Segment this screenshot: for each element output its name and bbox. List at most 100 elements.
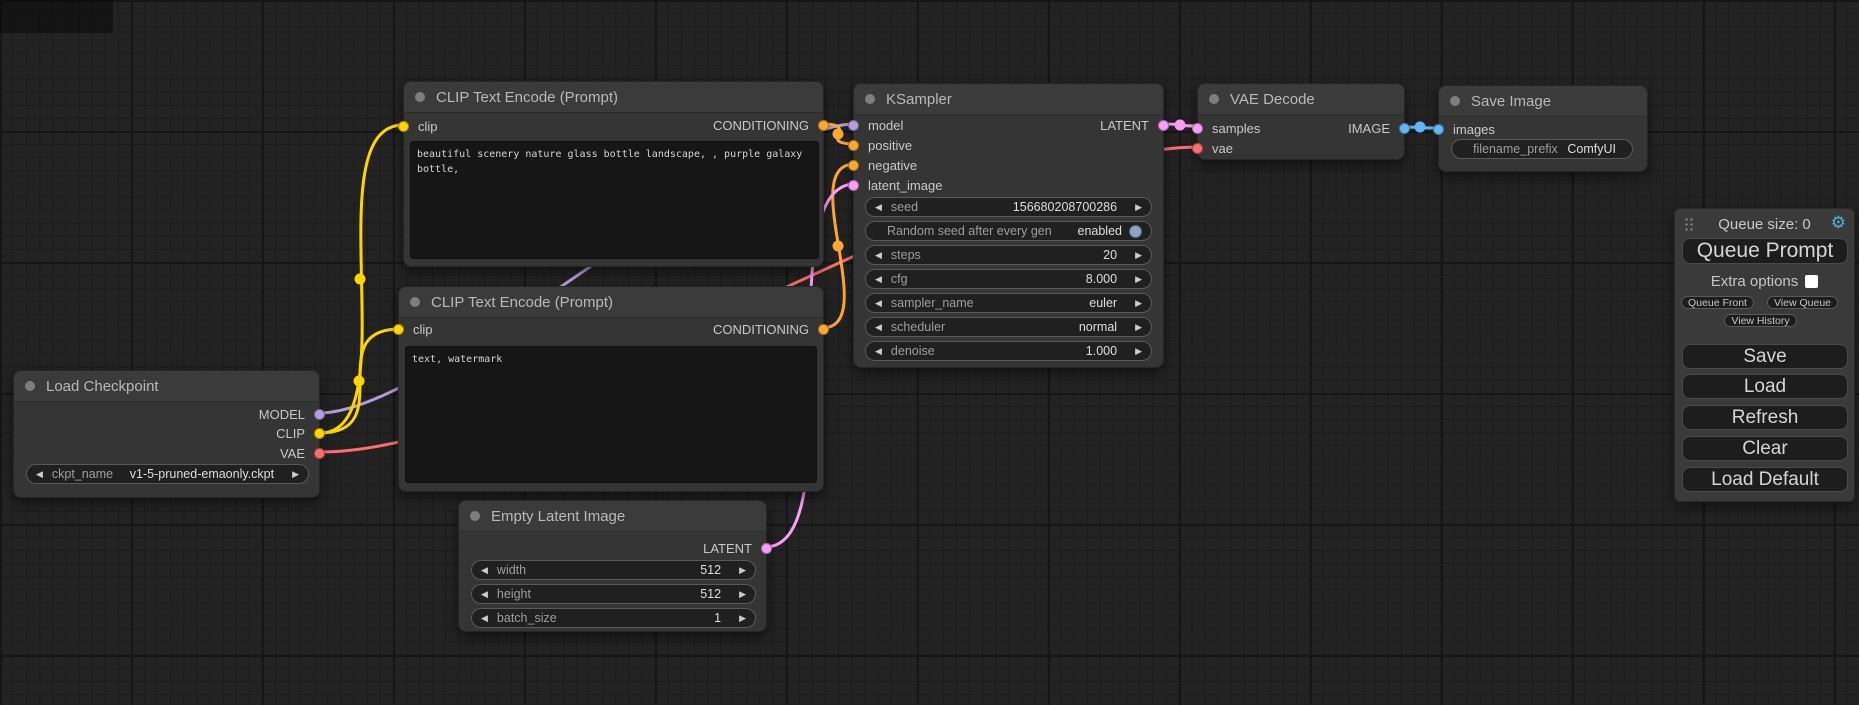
comfyui-canvas[interactable]: Load Checkpoint MODEL CLIP VAE ◀ ckpt_na… [0,0,1859,705]
scheduler-widget[interactable]: ◀ scheduler normal ▶ [865,317,1152,337]
steps-widget[interactable]: ◀ steps 20 ▶ [865,245,1152,265]
arrow-right-icon[interactable]: ▶ [1135,203,1142,212]
arrow-right-icon[interactable]: ▶ [1135,251,1142,260]
port-output-latent[interactable]: LATENT [703,538,766,558]
node-title: Save Image [1471,93,1551,110]
port-input-positive[interactable]: positive [854,135,912,155]
arrow-right-icon[interactable]: ▶ [292,470,299,479]
sampler-name-widget[interactable]: ◀ sampler_name euler ▶ [865,293,1152,313]
view-queue-button[interactable]: View Queue [1767,296,1838,309]
arrow-left-icon[interactable]: ◀ [481,590,488,599]
collapse-dot-icon[interactable] [865,94,875,104]
collapse-dot-icon[interactable] [1450,96,1460,106]
conditioning-port-dot[interactable] [818,324,829,335]
random-seed-toggle-widget[interactable]: Random seed after every gen enabled [865,221,1152,241]
arrow-left-icon[interactable]: ◀ [481,614,488,623]
arrow-right-icon[interactable]: ▶ [739,614,746,623]
arrow-left-icon[interactable]: ◀ [481,566,488,575]
view-history-button[interactable]: View History [1724,314,1797,327]
negative-prompt-textarea[interactable]: text, watermark [405,346,817,483]
model-port-dot[interactable] [314,409,325,420]
node-ksampler[interactable]: KSampler model positive negative latent_… [853,83,1164,368]
port-input-vae[interactable]: vae [1198,138,1233,158]
arrow-left-icon[interactable]: ◀ [875,251,882,260]
port-input-clip[interactable]: clip [399,319,433,339]
port-input-samples[interactable]: samples [1198,118,1260,138]
extra-options-row: Extra options [1675,273,1854,290]
arrow-left-icon[interactable]: ◀ [875,203,882,212]
arrow-left-icon[interactable]: ◀ [875,299,882,308]
arrow-right-icon[interactable]: ▶ [739,566,746,575]
port-output-conditioning[interactable]: CONDITIONING [713,115,823,135]
image-port-dot[interactable] [1399,123,1410,134]
width-widget[interactable]: ◀ width 512 ▶ [471,560,756,580]
port-output-conditioning[interactable]: CONDITIONING [713,319,823,339]
arrow-right-icon[interactable]: ▶ [739,590,746,599]
filename-prefix-widget[interactable]: filename_prefix ComfyUI [1451,139,1633,159]
arrow-right-icon[interactable]: ▶ [1135,299,1142,308]
arrow-left-icon[interactable]: ◀ [875,323,882,332]
latent-port-dot[interactable] [761,543,772,554]
node-title-bar: Save Image [1439,86,1647,117]
node-title: Load Checkpoint [46,378,159,395]
queue-prompt-button[interactable]: Queue Prompt [1682,238,1848,264]
toggle-enabled-icon[interactable] [1129,225,1142,238]
port-input-negative[interactable]: negative [854,155,917,175]
ckpt-name-widget[interactable]: ◀ ckpt_name v1-5-pruned-emaonly.ckpt ▶ [26,464,309,484]
port-input-latent-image[interactable]: latent_image [854,175,942,195]
gear-icon[interactable]: ⚙ [1831,214,1846,231]
conditioning-port-dot[interactable] [818,120,829,131]
clip-port-dot[interactable] [393,324,404,335]
refresh-button[interactable]: Refresh [1682,405,1848,430]
vae-port-dot[interactable] [1192,143,1203,154]
node-load-checkpoint[interactable]: Load Checkpoint MODEL CLIP VAE ◀ ckpt_na… [13,370,320,498]
collapse-dot-icon[interactable] [25,381,35,391]
clip-port-dot[interactable] [398,121,409,132]
latent-port-dot[interactable] [1158,120,1169,131]
clip-port-dot[interactable] [314,428,325,439]
save-button[interactable]: Save [1682,344,1848,369]
arrow-left-icon[interactable]: ◀ [875,275,882,284]
arrow-right-icon[interactable]: ▶ [1135,347,1142,356]
arrow-left-icon[interactable]: ◀ [875,347,882,356]
link-dot [354,376,365,387]
model-port-dot[interactable] [848,120,859,131]
node-vae-decode[interactable]: VAE Decode samples vae IMAGE [1197,83,1405,160]
port-output-clip[interactable]: CLIP [276,423,319,443]
arrow-left-icon[interactable]: ◀ [36,470,43,479]
batch-size-widget[interactable]: ◀ batch_size 1 ▶ [471,608,756,628]
collapse-dot-icon[interactable] [410,297,420,307]
node-empty-latent-image[interactable]: Empty Latent Image LATENT ◀ width 512 ▶ … [458,500,767,632]
node-save-image[interactable]: Save Image images filename_prefix ComfyU… [1438,85,1648,172]
load-default-button[interactable]: Load Default [1682,467,1848,492]
height-widget[interactable]: ◀ height 512 ▶ [471,584,756,604]
latent-port-dot[interactable] [848,180,859,191]
port-output-model[interactable]: MODEL [259,404,319,424]
conditioning-port-dot[interactable] [848,140,859,151]
port-output-image[interactable]: IMAGE [1348,118,1404,138]
node-clip-text-encode-positive[interactable]: CLIP Text Encode (Prompt) clip CONDITION… [403,81,824,267]
arrow-right-icon[interactable]: ▶ [1135,323,1142,332]
load-button[interactable]: Load [1682,374,1848,399]
collapse-dot-icon[interactable] [470,511,480,521]
cfg-widget[interactable]: ◀ cfg 8.000 ▶ [865,269,1152,289]
queue-front-button[interactable]: Queue Front [1681,296,1754,309]
node-clip-text-encode-negative[interactable]: CLIP Text Encode (Prompt) clip CONDITION… [398,286,824,492]
clear-button[interactable]: Clear [1682,436,1848,461]
vae-port-dot[interactable] [314,448,325,459]
port-input-images[interactable]: images [1439,119,1495,139]
conditioning-port-dot[interactable] [848,160,859,171]
positive-prompt-textarea[interactable]: beautiful scenery nature glass bottle la… [410,141,819,259]
port-output-latent[interactable]: LATENT [1100,115,1163,135]
arrow-right-icon[interactable]: ▶ [1135,275,1142,284]
port-input-clip[interactable]: clip [404,116,438,136]
seed-widget[interactable]: ◀ seed 156680208700286 ▶ [865,197,1152,217]
collapse-dot-icon[interactable] [1209,94,1219,104]
port-output-vae[interactable]: VAE [280,443,319,463]
denoise-widget[interactable]: ◀ denoise 1.000 ▶ [865,341,1152,361]
collapse-dot-icon[interactable] [415,92,425,102]
latent-port-dot[interactable] [1192,123,1203,134]
extra-options-checkbox[interactable] [1805,275,1818,288]
port-input-model[interactable]: model [854,115,903,135]
image-port-dot[interactable] [1433,124,1444,135]
